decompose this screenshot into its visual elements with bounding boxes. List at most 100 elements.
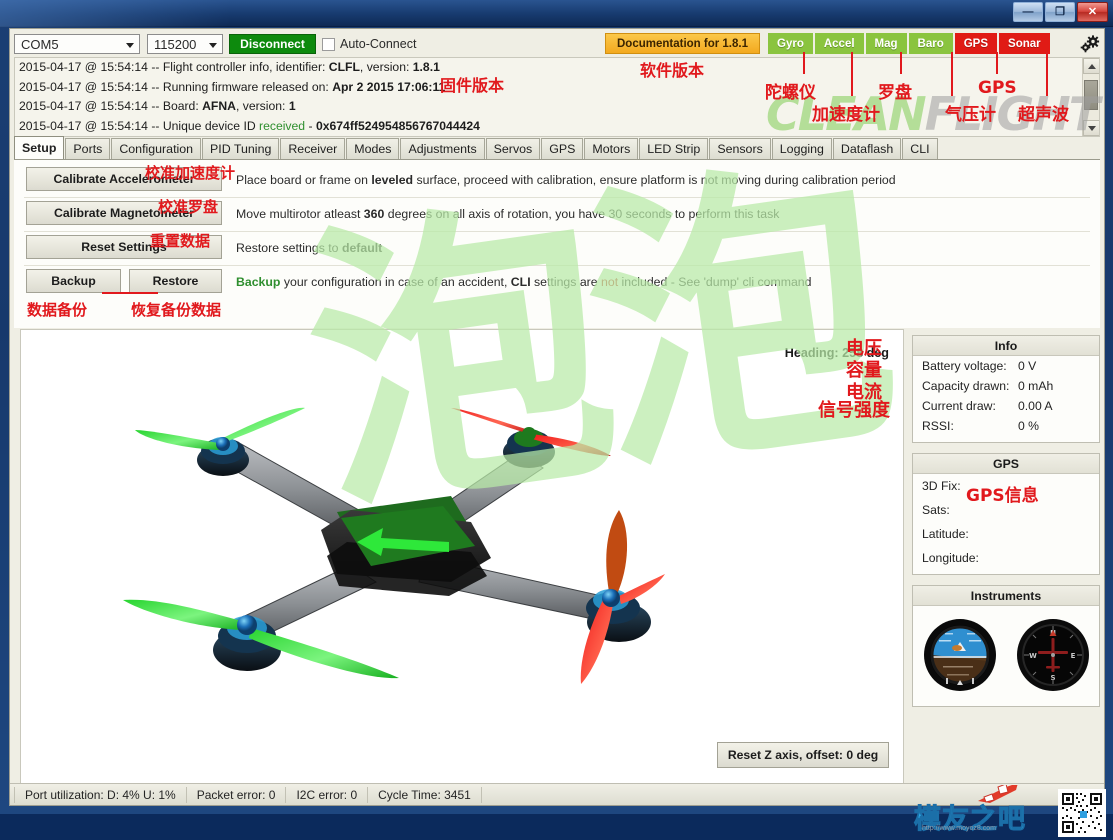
tab-receiver[interactable]: Receiver xyxy=(280,138,345,159)
calibrate-magnetometer-description: Move multirotor atleast 360 degrees on a… xyxy=(236,207,779,221)
backup-restore-row: Backup Restore Backup your configuration… xyxy=(24,266,1090,300)
data-row: RSSI:0 % xyxy=(913,416,1099,436)
minimize-icon: — xyxy=(1023,7,1034,18)
tab-led-strip[interactable]: LED Strip xyxy=(639,138,708,159)
desc-strong: default xyxy=(342,241,382,255)
tab-pid-tuning[interactable]: PID Tuning xyxy=(202,138,279,159)
auto-connect-checkbox-row[interactable]: Auto-Connect xyxy=(322,35,416,53)
data-row: 3D Fix: xyxy=(913,474,1099,498)
desc-part: Place board or frame on xyxy=(236,173,371,187)
sensor-status-bar: GyroAccelMagBaroGPSSonar xyxy=(768,33,1050,54)
desc-part: included - See 'dump' cli command xyxy=(618,275,811,289)
row-key: 3D Fix: xyxy=(922,479,1018,493)
sensor-pill-gps: GPS xyxy=(955,33,997,54)
log-console-scrollbar[interactable] xyxy=(1082,58,1099,136)
settings-gear-icon[interactable] xyxy=(1079,34,1101,54)
heading-readout: Heading: 258 deg xyxy=(785,346,889,360)
gps-panel: GPS 3D Fix: Sats: Latitude: Longitude: xyxy=(912,453,1100,575)
data-row: Latitude: xyxy=(913,522,1099,546)
disconnect-button[interactable]: Disconnect xyxy=(229,34,316,54)
row-key: Battery voltage: xyxy=(922,359,1018,373)
tab-logging[interactable]: Logging xyxy=(772,138,832,159)
log-line: 2015-04-17 @ 15:54:14 -- Flight controll… xyxy=(15,58,1099,78)
instruments-panel: Instruments xyxy=(912,585,1100,707)
application-window: — ❐ ✕ 泡泡 CLEANFLIGHT COM5 115200 Disconn… xyxy=(0,0,1113,814)
sensor-pill-baro: Baro xyxy=(909,33,953,54)
row-value: 0.00 A xyxy=(1018,399,1053,413)
tab-modes[interactable]: Modes xyxy=(346,138,399,159)
data-row: Sats: xyxy=(913,498,1099,522)
desc-part: settings are xyxy=(531,275,601,289)
gps-panel-title: GPS xyxy=(913,454,1099,474)
title-bar-gloss xyxy=(0,0,230,27)
tab-gps[interactable]: GPS xyxy=(541,138,583,159)
minimize-button[interactable]: — xyxy=(1013,2,1043,22)
model-viewport[interactable]: Heading: 258 deg xyxy=(20,329,904,785)
close-button[interactable]: ✕ xyxy=(1077,2,1108,22)
documentation-button[interactable]: Documentation for 1.8.1 xyxy=(605,33,760,54)
desc-strong: CLI xyxy=(511,275,531,289)
artificial-horizon-icon xyxy=(923,618,997,692)
restore-button[interactable]: Restore xyxy=(129,269,222,293)
backup-button[interactable]: Backup xyxy=(26,269,121,293)
setup-panel: Calibrate Accelerometer Place board or f… xyxy=(14,160,1100,328)
calibrate-accelerometer-row: Calibrate Accelerometer Place board or f… xyxy=(24,164,1090,198)
data-row: Capacity drawn:0 mAh xyxy=(913,376,1099,396)
backup-restore-description: Backup your configuration in case of an … xyxy=(236,275,811,289)
row-value: 0 V xyxy=(1018,359,1036,373)
row-key: Sats: xyxy=(922,503,1018,517)
brand-url: http://www.moyoz8.com xyxy=(922,825,996,832)
row-key: Capacity drawn: xyxy=(922,379,1018,393)
tab-bar: SetupPortsConfigurationPID TuningReceive… xyxy=(14,136,1100,160)
title-bar: — ❐ ✕ xyxy=(0,0,1113,27)
close-icon: ✕ xyxy=(1088,7,1097,18)
sensor-pill-sonar: Sonar xyxy=(999,33,1050,54)
reset-settings-description: Restore settings to default xyxy=(236,241,382,255)
tab-ports[interactable]: Ports xyxy=(65,138,110,159)
tab-sensors[interactable]: Sensors xyxy=(709,138,770,159)
desc-strong: leveled xyxy=(371,173,413,187)
auto-connect-checkbox[interactable] xyxy=(322,38,335,51)
sensor-pill-accel: Accel xyxy=(815,33,864,54)
tab-cli[interactable]: CLI xyxy=(902,138,937,159)
status-cell: Port utilization: D: 4% U: 1% xyxy=(14,787,187,803)
calibrate-accelerometer-button[interactable]: Calibrate Accelerometer xyxy=(26,167,222,191)
client-area: 泡泡 CLEANFLIGHT COM5 115200 Disconnect Au… xyxy=(9,28,1105,806)
tab-dataflash[interactable]: Dataflash xyxy=(833,138,901,159)
scroll-up-icon[interactable] xyxy=(1083,58,1100,74)
status-cell: Cycle Time: 3451 xyxy=(368,787,482,803)
log-console: 2015-04-17 @ 15:54:14 -- Flight controll… xyxy=(14,57,1100,137)
scrollbar-thumb[interactable] xyxy=(1084,80,1098,110)
log-line: 2015-04-17 @ 15:54:14 -- Unique device I… xyxy=(15,117,1099,137)
desc-part: degrees on all axis of rotation, you hav… xyxy=(384,207,779,221)
baud-rate-select[interactable]: 115200 xyxy=(147,34,223,54)
row-key: RSSI: xyxy=(922,419,1018,433)
reset-z-axis-button[interactable]: Reset Z axis, offset: 0 deg xyxy=(717,742,889,768)
calibrate-magnetometer-button[interactable]: Calibrate Magnetometer xyxy=(26,201,222,225)
reset-settings-button[interactable]: Reset Settings xyxy=(26,235,222,259)
scroll-down-icon[interactable] xyxy=(1083,120,1100,136)
chevron-down-icon xyxy=(126,43,134,48)
tab-setup[interactable]: Setup xyxy=(14,136,64,159)
desc-part: Move multirotor atleast xyxy=(236,207,364,221)
data-row: Longitude: xyxy=(913,546,1099,570)
tab-adjustments[interactable]: Adjustments xyxy=(400,138,484,159)
row-key: Latitude: xyxy=(922,527,1018,541)
row-key: Longitude: xyxy=(922,551,1018,565)
maximize-button[interactable]: ❐ xyxy=(1045,2,1075,22)
desc-negative: not xyxy=(601,275,618,289)
status-cell: Packet error: 0 xyxy=(187,787,287,803)
gps-panel-rows: 3D Fix: Sats: Latitude: Longitude: xyxy=(913,474,1099,570)
maximize-icon: ❐ xyxy=(1055,7,1065,18)
calibrate-accelerometer-description: Place board or frame on leveled surface,… xyxy=(236,173,896,187)
tab-motors[interactable]: Motors xyxy=(584,138,638,159)
desc-part: Restore settings to xyxy=(236,241,342,255)
serial-port-select[interactable]: COM5 xyxy=(14,34,140,54)
site-branding: 模友之吧 http://www.moyoz8.com xyxy=(910,785,1050,837)
row-value: 0 mAh xyxy=(1018,379,1053,393)
sensor-pill-mag: Mag xyxy=(866,33,907,54)
log-line: 2015-04-17 @ 15:54:14 -- Running firmwar… xyxy=(15,78,1099,98)
tab-servos[interactable]: Servos xyxy=(486,138,541,159)
instruments-panel-title: Instruments xyxy=(913,586,1099,606)
tab-configuration[interactable]: Configuration xyxy=(111,138,201,159)
